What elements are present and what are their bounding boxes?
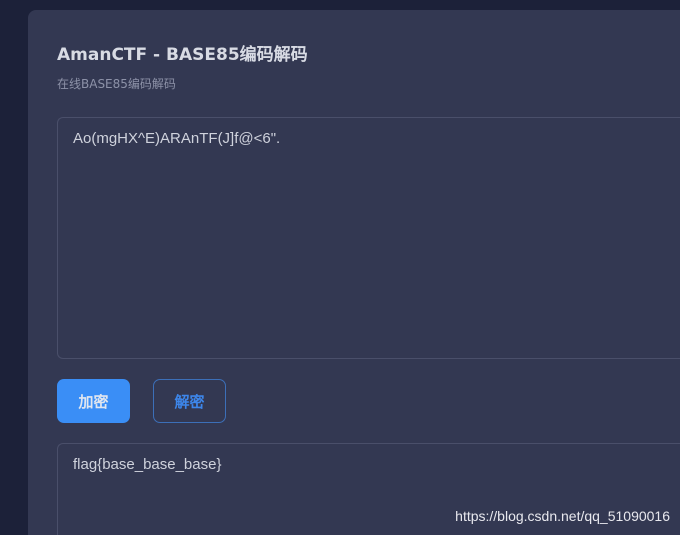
page-title: AmanCTF - BASE85编码解码 <box>57 45 308 65</box>
tool-card: AmanCTF - BASE85编码解码 在线BASE85编码解码 Ao(mgH… <box>28 10 680 535</box>
page-subtitle: 在线BASE85编码解码 <box>57 77 176 91</box>
watermark: https://blog.csdn.net/qq_51090016 <box>455 508 670 524</box>
input-textarea[interactable]: Ao(mgHX^E)ARAnTF(J]f@<6". <box>57 117 680 359</box>
encode-button[interactable]: 加密 <box>57 379 130 423</box>
decode-button[interactable]: 解密 <box>153 379 226 423</box>
